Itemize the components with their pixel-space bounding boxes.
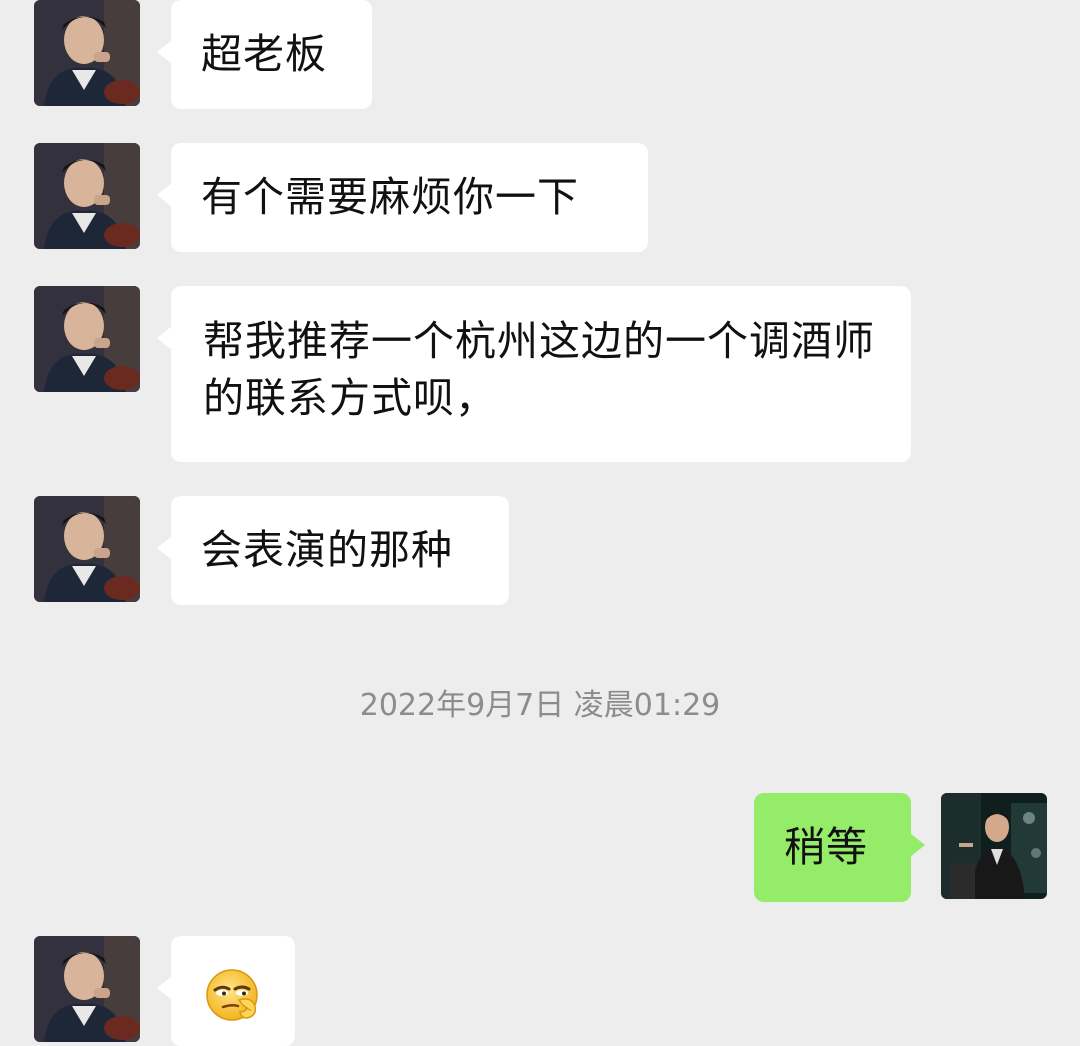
smirk-emoji-icon (205, 966, 263, 1024)
contact-avatar[interactable] (34, 936, 140, 1042)
message-text: 帮我推荐一个杭州这边的一个调酒师的联系方式呗， (203, 317, 875, 422)
message-bubble[interactable]: 有个需要麻烦你一下 (157, 143, 648, 252)
contact-avatar[interactable] (34, 496, 140, 602)
message-bubble[interactable] (157, 936, 295, 1046)
message-text: 稍等 (784, 823, 868, 871)
message-bubble[interactable]: 超老板 (157, 0, 372, 109)
message-bubble-outgoing[interactable]: 稍等 (754, 793, 925, 902)
message-text: 超老板 (201, 30, 327, 78)
contact-avatar[interactable] (34, 143, 140, 249)
message-bubble[interactable]: 帮我推荐一个杭州这边的一个调酒师的联系方式呗， (157, 286, 911, 462)
my-avatar[interactable] (941, 793, 1047, 899)
message-text: 会表演的那种 (201, 526, 453, 574)
contact-avatar[interactable] (34, 286, 140, 392)
message-text: 有个需要麻烦你一下 (201, 173, 579, 221)
timestamp: 2022年9月7日 凌晨01:29 (359, 688, 721, 723)
message-bubble[interactable]: 会表演的那种 (157, 496, 509, 605)
contact-avatar[interactable] (34, 0, 140, 106)
